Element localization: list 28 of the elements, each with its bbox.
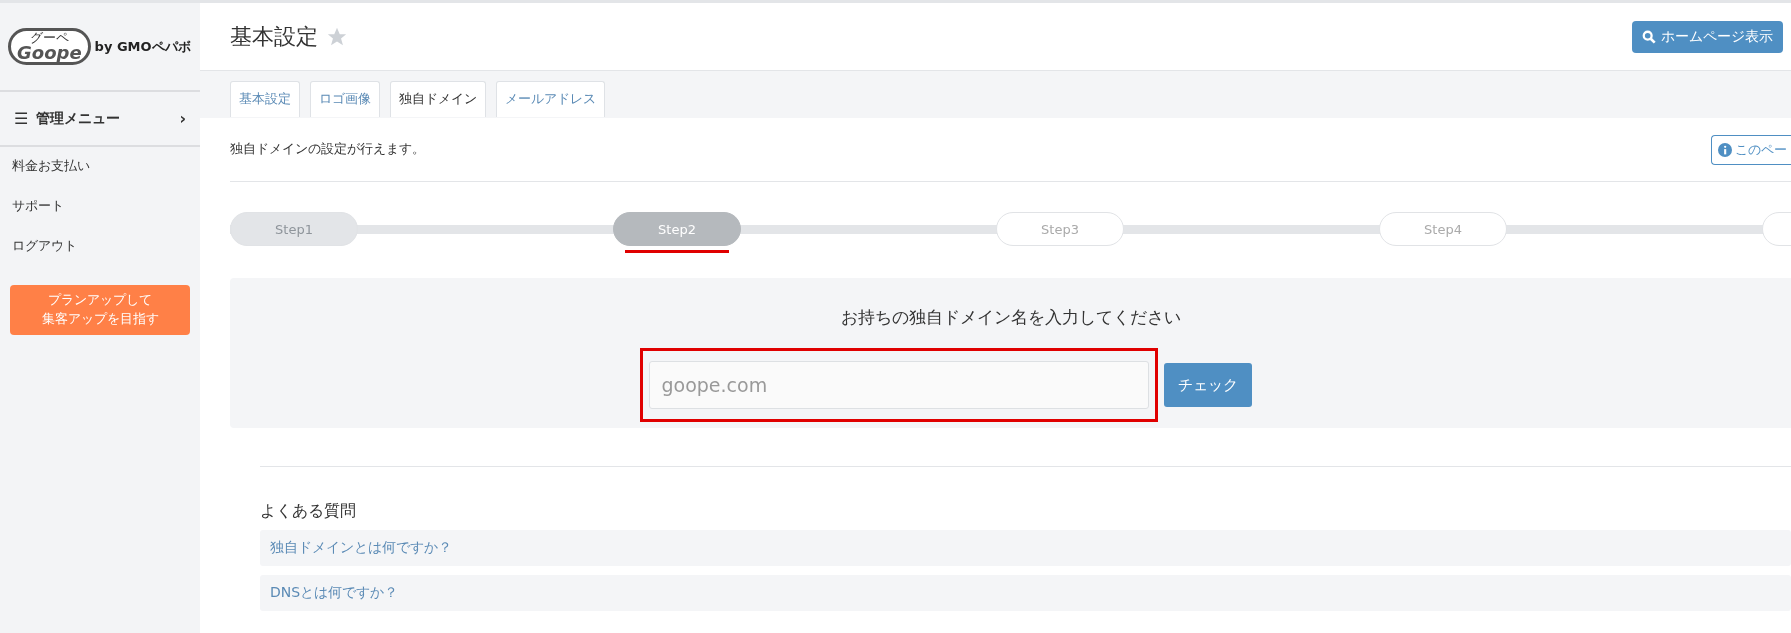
step-indicator: Step4 (1379, 212, 1507, 246)
domain-input[interactable]: goope.com (648, 361, 1149, 409)
faq-link[interactable]: DNSとは何ですか？ (260, 575, 1791, 611)
page-title: 基本設定 (230, 22, 318, 51)
plan-up-button[interactable]: プランアップして 集客アップを目指す (10, 285, 190, 335)
homepage-button[interactable]: ホームページ表示 (1632, 20, 1783, 53)
faq-title: よくある質問 (260, 501, 357, 522)
search-icon (1642, 29, 1656, 44)
logo: グーペ Goope (8, 28, 91, 65)
step-indicator: Step3 (996, 212, 1124, 246)
help-button[interactable]: このペー (1711, 134, 1791, 165)
logo-byline: by GMOペパボ (94, 37, 191, 56)
menu-icon: ☰ (14, 109, 29, 128)
tab[interactable]: ロゴ画像 (310, 81, 380, 117)
info-icon (1718, 142, 1732, 157)
sidebar-item[interactable]: 料金お支払い (0, 147, 200, 187)
chevron-icon: › (179, 109, 186, 128)
sidebar-item[interactable]: サポート (0, 187, 200, 227)
check-button[interactable]: チェック (1163, 363, 1252, 407)
step-indicator: Step2 (613, 212, 741, 246)
description-text: 独自ドメインの設定が行えます。 (230, 141, 426, 158)
tab[interactable]: メールアドレス (496, 81, 605, 117)
tab[interactable]: 独自ドメイン (390, 81, 486, 117)
sidebar-item[interactable]: ログアウト (0, 227, 200, 267)
tab[interactable]: 基本設定 (230, 81, 300, 117)
step-indicator: Step1 (230, 212, 358, 246)
faq-link[interactable]: 独自ドメインとは何ですか？ (260, 530, 1791, 566)
form-heading: お持ちの独自ドメイン名を入力してください (840, 306, 1181, 329)
